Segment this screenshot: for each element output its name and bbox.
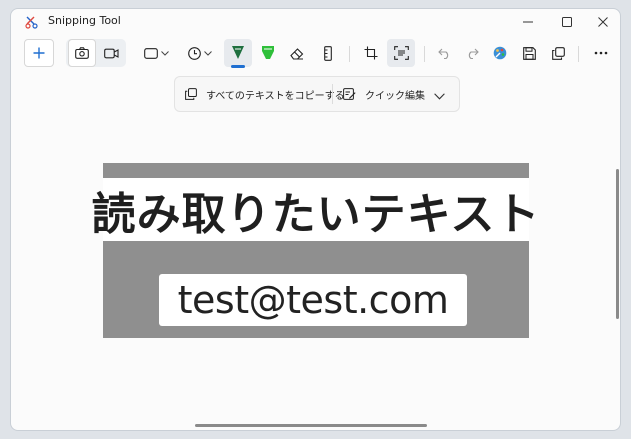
redo-icon bbox=[466, 48, 479, 59]
ballpoint-pen-button[interactable] bbox=[224, 39, 252, 67]
rectangle-shape-icon bbox=[143, 47, 158, 59]
new-snip-button[interactable] bbox=[24, 39, 54, 67]
captured-image[interactable]: 読み取りたいテキスト test@test.com bbox=[92, 163, 539, 338]
text-actions-bar: すべてのテキストをコピーする クイック編集 bbox=[174, 76, 460, 112]
redact-icon bbox=[343, 85, 356, 104]
captured-heading-band: 読み取りたいテキスト bbox=[92, 178, 539, 241]
capture-canvas: 読み取りたいテキスト test@test.com bbox=[11, 117, 620, 430]
open-in-paint-button[interactable] bbox=[487, 39, 513, 67]
copy-icon bbox=[551, 46, 565, 60]
vertical-scrollbar[interactable] bbox=[616, 169, 619, 319]
eraser-button[interactable] bbox=[284, 39, 310, 67]
crop-button[interactable] bbox=[358, 39, 384, 67]
captured-email-text[interactable]: test@test.com bbox=[178, 278, 449, 322]
camera-icon bbox=[75, 47, 89, 59]
see-more-button[interactable] bbox=[587, 39, 615, 67]
maximize-icon bbox=[562, 12, 572, 31]
title-bar: Snipping Tool bbox=[11, 9, 620, 33]
copy-button[interactable] bbox=[545, 39, 571, 67]
highlighter-button[interactable] bbox=[255, 39, 281, 67]
ruler-button[interactable] bbox=[315, 39, 341, 67]
save-button[interactable] bbox=[516, 39, 542, 67]
quick-redact-label: クイック編集 bbox=[365, 90, 425, 102]
maximize-button[interactable] bbox=[550, 9, 584, 33]
crop-icon bbox=[364, 46, 378, 60]
snip-shape-dropdown[interactable] bbox=[139, 39, 173, 67]
clock-icon bbox=[188, 46, 201, 60]
window-title: Snipping Tool bbox=[48, 14, 121, 27]
horizontal-scrollbar[interactable] bbox=[195, 424, 427, 427]
quick-redact-button[interactable]: クイック編集 bbox=[343, 77, 425, 111]
text-actions-button[interactable] bbox=[387, 39, 415, 67]
minimize-button[interactable] bbox=[511, 9, 545, 33]
text-actions-expand-button[interactable] bbox=[434, 77, 445, 111]
close-icon bbox=[598, 12, 608, 31]
eraser-icon bbox=[290, 47, 304, 60]
save-icon bbox=[522, 46, 536, 60]
ruler-icon bbox=[324, 45, 332, 61]
highlighter-icon bbox=[261, 45, 275, 61]
video-mode-button[interactable] bbox=[98, 39, 124, 67]
text-actions-icon bbox=[393, 46, 409, 60]
copy-all-text-label: すべてのテキストをコピーする bbox=[206, 90, 345, 102]
chevron-down-icon bbox=[434, 85, 445, 104]
toolbar-divider bbox=[578, 46, 579, 62]
undo-icon bbox=[437, 48, 451, 59]
text-actions-divider bbox=[332, 84, 333, 104]
plus-icon bbox=[33, 47, 45, 59]
snip-delay-dropdown[interactable] bbox=[183, 39, 217, 67]
ballpoint-pen-icon bbox=[231, 45, 245, 61]
screenshot-mode-button[interactable] bbox=[68, 39, 96, 67]
paint-icon bbox=[493, 46, 507, 60]
captured-heading-text[interactable]: 読み取りたいテキスト bbox=[92, 178, 541, 242]
redo-button[interactable] bbox=[459, 39, 485, 67]
captured-email-box: test@test.com bbox=[159, 274, 467, 326]
close-button[interactable] bbox=[586, 9, 620, 33]
chevron-down-icon bbox=[160, 50, 169, 56]
undo-button[interactable] bbox=[431, 39, 457, 67]
chevron-down-icon bbox=[204, 50, 212, 56]
copy-all-text-button[interactable]: すべてのテキストをコピーする bbox=[185, 77, 345, 111]
copy-icon bbox=[185, 85, 197, 104]
toolbar-divider bbox=[424, 46, 425, 62]
snipping-tool-window: Snipping Tool すべてのテキストをコピーする クイック編集 読み取り… bbox=[10, 8, 621, 431]
toolbar bbox=[11, 37, 620, 71]
snipping-tool-icon bbox=[25, 14, 39, 29]
active-tool-indicator bbox=[231, 65, 245, 68]
more-icon bbox=[594, 51, 608, 55]
video-camera-icon bbox=[103, 48, 119, 59]
toolbar-divider bbox=[349, 46, 350, 62]
minimize-icon bbox=[523, 12, 533, 31]
